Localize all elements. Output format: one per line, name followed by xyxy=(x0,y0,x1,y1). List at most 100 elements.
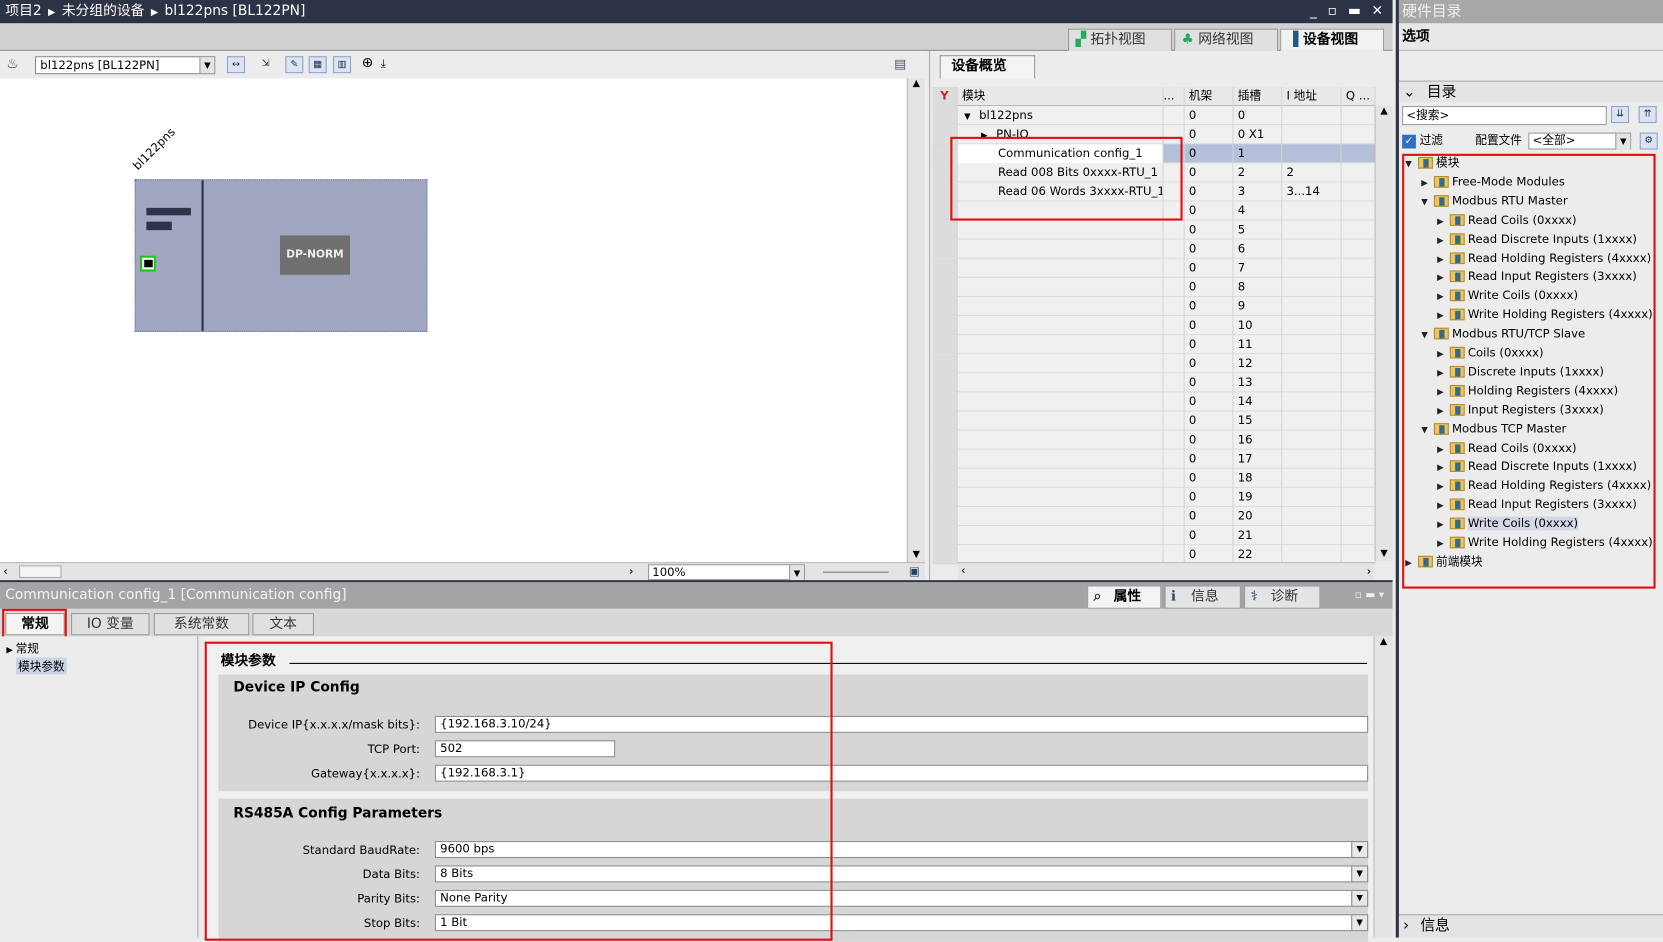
scroll-left-icon[interactable]: ‹ xyxy=(3,564,8,578)
table-row[interactable]: 0 21 xyxy=(932,526,1376,546)
catalog-section-header[interactable]: ⌄ 目录 xyxy=(1398,80,1663,102)
module-width-icon[interactable]: ↔ xyxy=(226,56,245,74)
table-row[interactable]: 0 10 xyxy=(932,316,1376,336)
tab-device-view[interactable]: ▐ 设备视图 xyxy=(1280,28,1385,51)
module-cell[interactable] xyxy=(958,335,1164,355)
module-cell[interactable]: ▼ bl122pns xyxy=(958,106,1164,126)
options-section[interactable]: 选项 xyxy=(1398,23,1663,51)
table-row[interactable]: 0 15 xyxy=(932,411,1376,431)
col-slot[interactable]: 插槽 xyxy=(1233,86,1283,107)
col-module[interactable]: 模块 xyxy=(958,86,1164,107)
canvas-horizontal-scrollbar[interactable]: ‹ › 100% ▼ ▣ xyxy=(0,562,925,582)
table-row[interactable]: 06 xyxy=(932,239,1376,259)
table-row[interactable]: 0 11 xyxy=(932,335,1376,355)
properties-vertical-scrollbar[interactable]: ▲ xyxy=(1373,636,1393,938)
chevron-down-icon[interactable]: ▼ xyxy=(1615,133,1631,150)
module-cell[interactable] xyxy=(958,296,1164,317)
grid-icon[interactable]: ▦ xyxy=(308,56,327,74)
module-cell[interactable] xyxy=(958,449,1164,469)
nav-item-general[interactable]: ▶ 常规 xyxy=(6,640,39,657)
col-rack[interactable]: 机架 xyxy=(1185,86,1234,107)
scroll-up-icon[interactable]: ▲ xyxy=(908,78,925,89)
port-icon[interactable] xyxy=(139,255,156,272)
nav-item-module-params[interactable]: 模块参数 xyxy=(15,657,67,675)
dp-norm-module[interactable]: DP-NORM xyxy=(279,235,350,275)
scroll-down-icon[interactable]: ▼ xyxy=(908,549,925,560)
expand-icon[interactable]: ▼ xyxy=(964,111,971,121)
tab-device-overview[interactable]: 设备概览 xyxy=(939,55,1036,79)
tab-network-view[interactable]: ♣ 网络视图 xyxy=(1174,28,1279,51)
tab-io-tags[interactable]: IO 变量 xyxy=(71,613,150,636)
table-row[interactable]: 07 xyxy=(932,258,1376,278)
device-select[interactable]: bl122pns [BL122PN] ▼ xyxy=(34,56,216,75)
catalog-search-input[interactable]: <搜索> xyxy=(1402,106,1607,126)
zoom-slider[interactable] xyxy=(823,571,889,573)
module-cell[interactable] xyxy=(958,239,1164,259)
chevron-down-icon[interactable]: ▼ xyxy=(1351,841,1369,859)
catalog-settings-icon[interactable]: ⚙ xyxy=(1639,132,1658,150)
breadcrumb-device[interactable]: bl122pns [BL122PN] xyxy=(165,3,306,19)
overview-horizontal-scrollbar[interactable]: ‹ › xyxy=(957,562,1375,581)
scroll-right-icon[interactable]: › xyxy=(629,564,634,578)
module-cell[interactable] xyxy=(958,316,1164,336)
table-row[interactable]: 0 12 xyxy=(932,354,1376,374)
module-cell[interactable] xyxy=(958,487,1164,507)
col-q-address[interactable]: Q ... xyxy=(1342,86,1376,107)
chevron-down-icon[interactable]: ▼ xyxy=(1351,865,1369,883)
search-up-icon[interactable]: ⇈ xyxy=(1638,106,1657,124)
search-down-icon[interactable]: ⇊ xyxy=(1611,106,1630,124)
chevron-down-icon[interactable]: ▼ xyxy=(199,57,215,74)
table-row[interactable]: 0 14 xyxy=(932,392,1376,412)
tab-properties[interactable]: ⌕ 属性 xyxy=(1087,585,1162,609)
scroll-right-icon[interactable]: › xyxy=(1367,564,1372,578)
table-row[interactable]: 0 17 xyxy=(932,449,1376,469)
module-cell[interactable] xyxy=(958,354,1164,374)
tab-system-constants[interactable]: 系统常数 xyxy=(153,613,250,636)
canvas-vertical-scrollbar[interactable]: ▲ ▼ xyxy=(906,78,925,563)
draw-icon[interactable]: ✎ xyxy=(285,56,304,74)
table-view-icon[interactable]: ▥ xyxy=(333,56,352,74)
filter-checkbox[interactable]: ✓ 过滤 xyxy=(1402,133,1443,150)
col-i-address[interactable]: I 地址 xyxy=(1282,86,1342,107)
tab-info[interactable]: ℹ 信息 xyxy=(1164,585,1241,609)
device-tree-icon[interactable]: ♨ xyxy=(6,56,18,72)
tab-diagnostics[interactable]: ⚕ 诊断 xyxy=(1244,585,1321,609)
module-cell[interactable] xyxy=(958,430,1164,450)
table-row[interactable]: 09 xyxy=(932,296,1376,317)
module-cell[interactable] xyxy=(958,411,1164,431)
zoom-select[interactable]: 100% ▼ xyxy=(648,564,805,582)
scroll-up-icon[interactable]: ▲ xyxy=(1375,636,1393,647)
scroll-thumb[interactable] xyxy=(19,565,62,579)
tab-texts[interactable]: 文本 xyxy=(252,613,314,636)
table-row[interactable]: 0 16 xyxy=(932,430,1376,450)
module-cell[interactable] xyxy=(958,526,1164,546)
fit-icon[interactable]: ▣ xyxy=(909,564,920,578)
col-more[interactable]: ... xyxy=(1163,86,1185,107)
chevron-down-icon[interactable]: ▼ xyxy=(789,565,804,582)
window-controls[interactable]: _ ▫ ▬ ✕ xyxy=(1310,0,1386,23)
breadcrumb-group[interactable]: 未分组的设备 xyxy=(62,3,145,19)
module-cell[interactable] xyxy=(958,277,1164,297)
table-row[interactable]: 0 13 xyxy=(932,373,1376,393)
module-cell[interactable] xyxy=(958,468,1164,488)
overview-vertical-scrollbar[interactable]: ▲ ▼ xyxy=(1374,106,1393,562)
table-row[interactable]: 05 xyxy=(932,220,1376,240)
info-section-header[interactable]: › 信息 xyxy=(1398,914,1663,938)
breadcrumb-project[interactable]: 项目2 xyxy=(5,3,41,19)
tab-topology-view[interactable]: ▞ 拓扑视图 xyxy=(1068,28,1172,51)
panel-controls[interactable]: ▫ ▬ ▾ xyxy=(1355,582,1384,609)
table-row[interactable]: 08 xyxy=(932,277,1376,297)
profile-select[interactable]: <全部> ▼ xyxy=(1528,132,1632,150)
module-cell[interactable] xyxy=(958,392,1164,412)
chevron-down-icon[interactable]: ▼ xyxy=(1351,914,1369,932)
table-row[interactable]: ▼ bl122pns 0 0 xyxy=(932,106,1376,126)
module-cell[interactable] xyxy=(958,506,1164,527)
name-icon[interactable]: ⇲ xyxy=(257,56,275,73)
table-row[interactable]: 0 20 xyxy=(932,506,1376,527)
scroll-down-icon[interactable]: ▼ xyxy=(1376,548,1393,559)
module-cell[interactable] xyxy=(958,258,1164,278)
scroll-up-icon[interactable]: ▲ xyxy=(1376,106,1393,117)
module-cell[interactable] xyxy=(958,373,1164,393)
panel-toggle-icon[interactable]: ▤ xyxy=(894,56,906,71)
module-cell[interactable] xyxy=(958,220,1164,240)
